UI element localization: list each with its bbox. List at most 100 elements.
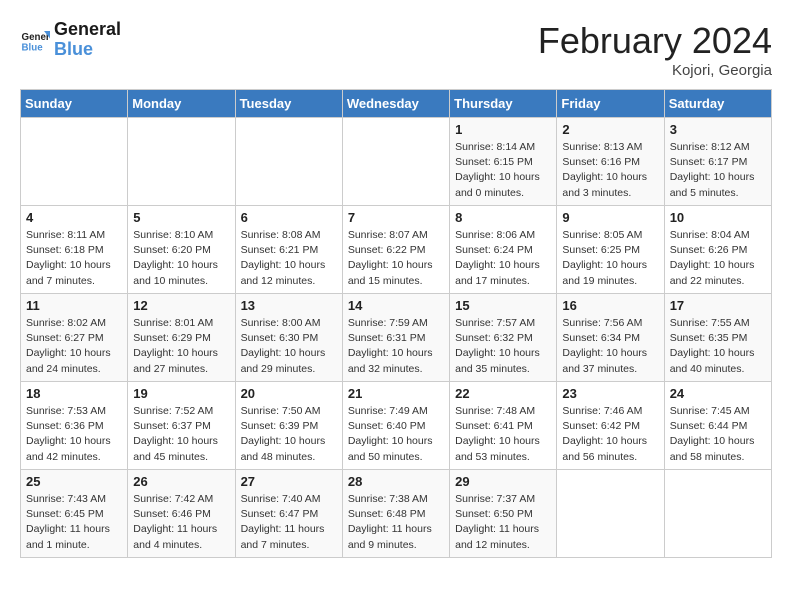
weekday-header-cell: Monday [128,90,235,118]
day-number: 17 [670,298,766,313]
day-info: Sunrise: 7:38 AM Sunset: 6:48 PM Dayligh… [348,492,444,553]
logo-line2: Blue [54,40,121,60]
calendar-cell: 10 Sunrise: 8:04 AM Sunset: 6:26 PM Dayli… [664,206,771,294]
logo-line1: General [54,20,121,40]
calendar-cell: 19Sunrise: 7:52 AM Sunset: 6:37 PM Dayli… [128,382,235,470]
calendar-cell: 16 Sunrise: 7:56 AM Sunset: 6:34 PM Dayli… [557,294,664,382]
calendar-week-row: 4Sunrise: 8:11 AM Sunset: 6:18 PM Daylig… [21,206,772,294]
weekday-header-cell: Tuesday [235,90,342,118]
day-info: Sunrise: 7:48 AM Sunset: 6:41 PM Dayligh… [455,404,551,465]
day-number: 4 [26,210,122,225]
day-info: Sunrise: 7:50 AM Sunset: 6:39 PM Dayligh… [241,404,337,465]
location: Kojori, Georgia [538,62,772,79]
day-number: 28 [348,474,444,489]
day-number: 21 [348,386,444,401]
calendar-cell [664,470,771,558]
day-info: Sunrise: 8:12 AM Sunset: 6:17 PM Dayligh… [670,140,766,201]
day-info: Sunrise: 7:57 AM Sunset: 6:32 PM Dayligh… [455,316,551,377]
calendar-cell: 20 Sunrise: 7:50 AM Sunset: 6:39 PM Dayli… [235,382,342,470]
day-info: Sunrise: 7:46 AM Sunset: 6:42 PM Dayligh… [562,404,658,465]
day-info: Sunrise: 7:42 AM Sunset: 6:46 PM Dayligh… [133,492,229,553]
calendar-cell: 25 Sunrise: 7:43 AM Sunset: 6:45 PM Dayli… [21,470,128,558]
day-number: 8 [455,210,551,225]
day-number: 13 [241,298,337,313]
svg-text:Blue: Blue [22,42,44,53]
calendar-cell: 26Sunrise: 7:42 AM Sunset: 6:46 PM Dayli… [128,470,235,558]
calendar-cell: 7 Sunrise: 8:07 AM Sunset: 6:22 PM Daylig… [342,206,449,294]
day-info: Sunrise: 7:56 AM Sunset: 6:34 PM Dayligh… [562,316,658,377]
calendar-cell: 13 Sunrise: 8:00 AM Sunset: 6:30 PM Dayli… [235,294,342,382]
calendar-cell: 21 Sunrise: 7:49 AM Sunset: 6:40 PM Dayli… [342,382,449,470]
day-info: Sunrise: 7:49 AM Sunset: 6:40 PM Dayligh… [348,404,444,465]
day-info: Sunrise: 7:53 AM Sunset: 6:36 PM Dayligh… [26,404,122,465]
day-info: Sunrise: 8:00 AM Sunset: 6:30 PM Dayligh… [241,316,337,377]
calendar-cell: 12Sunrise: 8:01 AM Sunset: 6:29 PM Dayli… [128,294,235,382]
day-info: Sunrise: 7:43 AM Sunset: 6:45 PM Dayligh… [26,492,122,553]
svg-text:General: General [22,32,51,43]
day-number: 27 [241,474,337,489]
calendar-cell: 15Sunrise: 7:57 AM Sunset: 6:32 PM Dayli… [450,294,557,382]
logo: General Blue General Blue [20,20,121,60]
calendar-cell: 11 Sunrise: 8:02 AM Sunset: 6:27 PM Dayli… [21,294,128,382]
calendar-week-row: 25 Sunrise: 7:43 AM Sunset: 6:45 PM Dayli… [21,470,772,558]
day-number: 29 [455,474,551,489]
day-info: Sunrise: 7:59 AM Sunset: 6:31 PM Dayligh… [348,316,444,377]
weekday-header-cell: Wednesday [342,90,449,118]
day-info: Sunrise: 8:07 AM Sunset: 6:22 PM Dayligh… [348,228,444,289]
calendar-cell [235,118,342,206]
weekday-header-cell: Thursday [450,90,557,118]
calendar-cell: 4Sunrise: 8:11 AM Sunset: 6:18 PM Daylig… [21,206,128,294]
day-number: 22 [455,386,551,401]
calendar-cell [342,118,449,206]
day-number: 20 [241,386,337,401]
calendar-cell: 8 Sunrise: 8:06 AM Sunset: 6:24 PM Daylig… [450,206,557,294]
day-number: 11 [26,298,122,313]
day-number: 5 [133,210,229,225]
day-number: 18 [26,386,122,401]
calendar-cell [128,118,235,206]
page-header: General Blue General Blue February 2024 … [20,20,772,79]
calendar-cell: 5 Sunrise: 8:10 AM Sunset: 6:20 PM Daylig… [128,206,235,294]
calendar-cell [21,118,128,206]
day-number: 16 [562,298,658,313]
day-info: Sunrise: 8:05 AM Sunset: 6:25 PM Dayligh… [562,228,658,289]
calendar-cell: 28 Sunrise: 7:38 AM Sunset: 6:48 PM Dayli… [342,470,449,558]
day-info: Sunrise: 8:13 AM Sunset: 6:16 PM Dayligh… [562,140,658,201]
calendar-cell: 22 Sunrise: 7:48 AM Sunset: 6:41 PM Dayli… [450,382,557,470]
calendar-cell: 18 Sunrise: 7:53 AM Sunset: 6:36 PM Dayli… [21,382,128,470]
month-title: February 2024 [538,20,772,62]
day-number: 9 [562,210,658,225]
day-number: 25 [26,474,122,489]
day-number: 7 [348,210,444,225]
day-number: 23 [562,386,658,401]
day-number: 24 [670,386,766,401]
calendar-cell: 3 Sunrise: 8:12 AM Sunset: 6:17 PM Daylig… [664,118,771,206]
calendar-cell: 29 Sunrise: 7:37 AM Sunset: 6:50 PM Dayli… [450,470,557,558]
day-number: 14 [348,298,444,313]
calendar-cell: 17 Sunrise: 7:55 AM Sunset: 6:35 PM Dayli… [664,294,771,382]
day-number: 2 [562,122,658,137]
calendar-cell: 1Sunrise: 8:14 AM Sunset: 6:15 PM Daylig… [450,118,557,206]
calendar-cell: 14 Sunrise: 7:59 AM Sunset: 6:31 PM Dayli… [342,294,449,382]
calendar-body: 1Sunrise: 8:14 AM Sunset: 6:15 PM Daylig… [21,118,772,558]
calendar-table: SundayMondayTuesdayWednesdayThursdayFrid… [20,89,772,558]
weekday-header-cell: Friday [557,90,664,118]
day-number: 3 [670,122,766,137]
day-info: Sunrise: 7:37 AM Sunset: 6:50 PM Dayligh… [455,492,551,553]
day-info: Sunrise: 8:06 AM Sunset: 6:24 PM Dayligh… [455,228,551,289]
day-info: Sunrise: 7:45 AM Sunset: 6:44 PM Dayligh… [670,404,766,465]
day-info: Sunrise: 8:08 AM Sunset: 6:21 PM Dayligh… [241,228,337,289]
day-info: Sunrise: 8:04 AM Sunset: 6:26 PM Dayligh… [670,228,766,289]
day-number: 12 [133,298,229,313]
calendar-cell: 27Sunrise: 7:40 AM Sunset: 6:47 PM Dayli… [235,470,342,558]
day-number: 10 [670,210,766,225]
weekday-header-cell: Saturday [664,90,771,118]
logo-icon: General Blue [20,25,50,55]
weekday-header-cell: Sunday [21,90,128,118]
day-info: Sunrise: 8:10 AM Sunset: 6:20 PM Dayligh… [133,228,229,289]
calendar-week-row: 18 Sunrise: 7:53 AM Sunset: 6:36 PM Dayli… [21,382,772,470]
day-info: Sunrise: 7:55 AM Sunset: 6:35 PM Dayligh… [670,316,766,377]
day-number: 6 [241,210,337,225]
day-number: 1 [455,122,551,137]
day-info: Sunrise: 8:02 AM Sunset: 6:27 PM Dayligh… [26,316,122,377]
